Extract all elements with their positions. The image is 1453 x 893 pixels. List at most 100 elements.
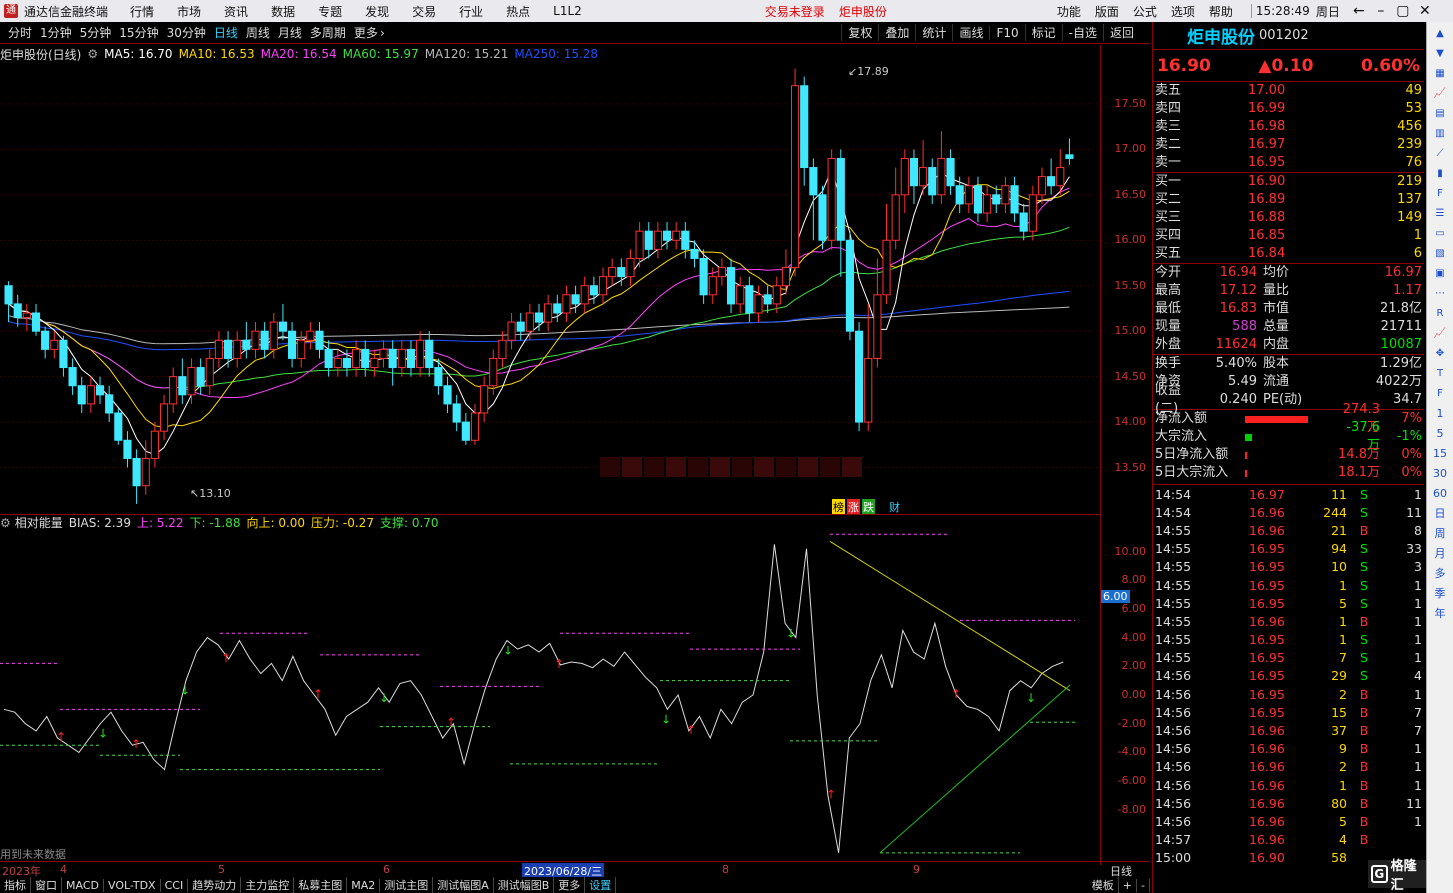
menu-item[interactable]: 数据	[271, 3, 295, 20]
menu-item[interactable]: 发现	[365, 3, 389, 20]
book-row[interactable]: 买一 16.90 219	[1153, 173, 1424, 191]
period-tab[interactable]: 月线	[278, 24, 302, 41]
badge-up[interactable]: 涨	[847, 499, 860, 515]
indicator-tab[interactable]: MACD	[62, 878, 104, 892]
chart-tool-button[interactable]: -自选	[1061, 24, 1103, 41]
right-menu-item[interactable]: 帮助	[1209, 3, 1233, 20]
template-button[interactable]: -	[1137, 878, 1150, 892]
line-icon[interactable]: ⟋	[1431, 146, 1449, 162]
period-shortcut[interactable]: 日	[1431, 506, 1449, 522]
period-shortcut[interactable]: 15	[1431, 446, 1449, 462]
indicator-tab[interactable]: 指标	[0, 877, 31, 893]
menu-item[interactable]: 资讯	[224, 3, 248, 20]
menu-item[interactable]: 热点	[506, 3, 530, 20]
settings-icon[interactable]: ⚙	[87, 47, 98, 61]
list-icon[interactable]: ☰	[1431, 206, 1449, 222]
chart-tool-button[interactable]: 叠加	[878, 24, 915, 41]
indicator-tab[interactable]: VOL-TDX	[104, 878, 161, 892]
minimize-icon[interactable]: –	[1370, 3, 1392, 19]
indicator-tab[interactable]: 设置	[585, 877, 617, 893]
f10-icon[interactable]: F	[1431, 186, 1449, 202]
rsi-icon[interactable]: R	[1431, 306, 1449, 322]
book-row[interactable]: 买二 16.89 137	[1153, 191, 1424, 209]
chart-tool-button[interactable]: 复权	[841, 24, 878, 41]
indicator-tab[interactable]: 窗口	[31, 877, 62, 893]
tick-list[interactable]: 14:54 16.97 11 S 1 14:54 16.96 244 S 11 14:55 16.96…	[1153, 485, 1424, 867]
period-shortcut[interactable]: 1	[1431, 406, 1449, 422]
book-row[interactable]: 卖三 16.98 456	[1153, 118, 1424, 136]
move-icon[interactable]: ✥	[1431, 346, 1449, 362]
arrow-down-icon[interactable]: ▼	[1431, 46, 1449, 62]
kline-icon[interactable]: ▥	[1431, 126, 1449, 142]
indicator-tab[interactable]: CCI	[161, 878, 189, 892]
period-tab[interactable]: 15分钟	[119, 24, 158, 41]
book-row[interactable]: 卖五 17.00 49	[1153, 82, 1424, 100]
period-tab[interactable]: 分时	[8, 24, 32, 41]
menu-item[interactable]: L1L2	[553, 4, 582, 18]
indicator-tab[interactable]: 私募主图	[294, 877, 348, 893]
book-row[interactable]: 买四 16.85 1	[1153, 227, 1424, 245]
template-button[interactable]: +	[1119, 878, 1138, 892]
right-menu-item[interactable]: 公式	[1133, 3, 1157, 20]
indicator-tab[interactable]: 测试幅图B	[494, 877, 555, 893]
menu-item[interactable]: 行业	[459, 3, 483, 20]
back-icon[interactable]: ←	[1348, 3, 1370, 19]
maximize-icon[interactable]: ▢	[1392, 3, 1414, 19]
text-icon[interactable]: T	[1431, 366, 1449, 382]
energy-chart[interactable]: ↑ ↑ ↑ ↑ ↑ ↑ ↑ ↑ ↑ ↓ ↓ ↓ ↓ ↓ ↓ ↓	[0, 530, 1100, 860]
right-menu-item[interactable]: 功能	[1057, 3, 1081, 20]
chart-tool-button[interactable]: F10	[989, 25, 1024, 40]
table-icon[interactable]: ▤	[1431, 106, 1449, 122]
bars-icon[interactable]: ▧	[1431, 246, 1449, 262]
period-tab[interactable]: 日线	[214, 24, 238, 41]
period-tab[interactable]: 30分钟	[167, 24, 206, 41]
login-status[interactable]: 交易未登录	[765, 3, 825, 20]
book-row[interactable]: 卖二 16.97 239	[1153, 136, 1424, 154]
chart-tool-button[interactable]: 统计	[915, 24, 952, 41]
right-menu-item[interactable]: 选项	[1171, 3, 1195, 20]
book-row[interactable]: 卖四 16.99 53	[1153, 100, 1424, 118]
chart-icon[interactable]: 📈	[1431, 86, 1449, 102]
candle-icon[interactable]: ▮	[1431, 166, 1449, 182]
chevron-right-icon[interactable]: ›	[380, 26, 385, 40]
menu-item[interactable]: 行情	[130, 3, 154, 20]
period-tab[interactable]: 5分钟	[80, 24, 112, 41]
news-icon[interactable]: ▣	[1431, 266, 1449, 282]
period-shortcut[interactable]: 月	[1431, 546, 1449, 562]
period-shortcut[interactable]: 多	[1431, 566, 1449, 582]
indicator-tab[interactable]: 主力监控	[241, 877, 295, 893]
period-tab[interactable]: 多周期	[310, 24, 346, 41]
period-tab[interactable]: 更多	[354, 24, 378, 41]
chart-tool-button[interactable]: 画线	[952, 24, 989, 41]
arrow-up-icon[interactable]: ▲	[1431, 26, 1449, 42]
book-row[interactable]: 买三 16.88 149	[1153, 209, 1424, 227]
f5-icon[interactable]: F	[1431, 386, 1449, 402]
badge-rank[interactable]: 榜	[832, 499, 845, 515]
close-icon[interactable]: ✕	[1414, 3, 1436, 19]
period-shortcut[interactable]: 年	[1431, 606, 1449, 622]
kline-chart[interactable]: ↙17.89 ↖13.10	[0, 63, 1100, 513]
period-shortcut[interactable]: 30	[1431, 466, 1449, 482]
badge-finance[interactable]: 财	[889, 499, 900, 515]
period-shortcut[interactable]: 60	[1431, 486, 1449, 502]
period-tab[interactable]: 周线	[246, 24, 270, 41]
period-shortcut[interactable]: 周	[1431, 526, 1449, 542]
badge-down[interactable]: 跌	[862, 499, 875, 515]
book-row[interactable]: 卖一 16.95 76	[1153, 154, 1424, 172]
indicator-tab[interactable]: MA2	[347, 878, 381, 892]
grid-icon[interactable]: ▦	[1431, 66, 1449, 82]
indicator-tab[interactable]: 测试幅图A	[433, 877, 494, 893]
period-shortcut[interactable]: 5	[1431, 426, 1449, 442]
period-tab[interactable]: 1分钟	[40, 24, 72, 41]
chart-tool-button[interactable]: 标记	[1024, 24, 1062, 41]
indicator-tab[interactable]: 趋势动力	[188, 877, 242, 893]
dots-icon[interactable]: ⋯	[1431, 286, 1449, 302]
period-shortcut[interactable]: 季	[1431, 586, 1449, 602]
chart-tool-button[interactable]: 返回	[1102, 24, 1140, 41]
menu-item[interactable]: 市场	[177, 3, 201, 20]
settings-icon[interactable]: ⚙	[0, 516, 11, 530]
template-button[interactable]: 模板	[1088, 877, 1119, 893]
right-menu-item[interactable]: 版面	[1095, 3, 1119, 20]
chart-icon[interactable]: 📈	[1431, 326, 1449, 342]
indicator-tab[interactable]: 测试主图	[380, 877, 434, 893]
